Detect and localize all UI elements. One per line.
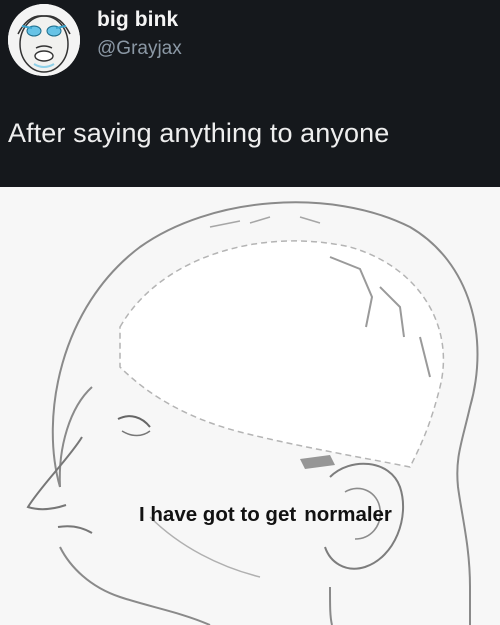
meme-caption: I have got to get normaler (139, 503, 392, 527)
cartoon-face-icon (8, 4, 80, 76)
display-name[interactable]: big bink (97, 8, 178, 32)
user-handle[interactable]: @Grayjax (97, 38, 182, 60)
head-profile-drawing-icon (26, 201, 479, 625)
caption-part-2: normaler (304, 503, 392, 526)
caption-part-1: I have got to get (139, 503, 297, 526)
avatar[interactable] (8, 4, 80, 76)
meme-image[interactable]: I have got to get normaler (0, 187, 500, 625)
tweet-header: big bink @Grayjax After saying anything … (0, 0, 500, 186)
tweet-text: After saying anything to anyone (8, 118, 390, 148)
